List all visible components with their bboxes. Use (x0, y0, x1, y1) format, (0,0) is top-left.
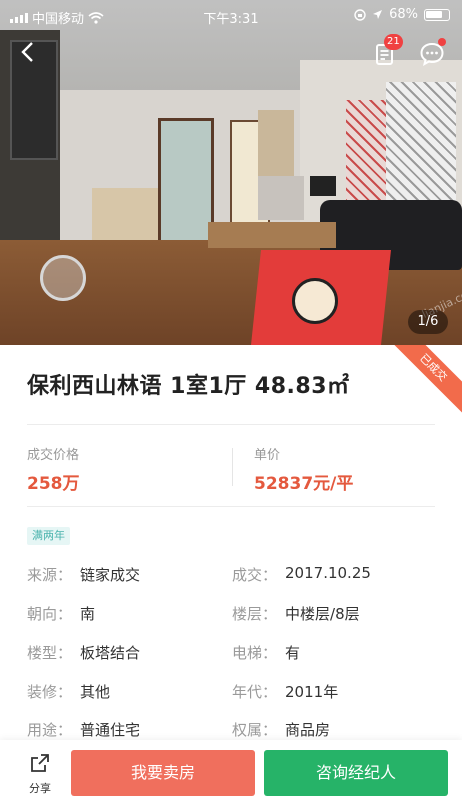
status-bar: 中国移动 下午3:31 68% (0, 0, 462, 30)
location-icon (373, 10, 383, 19)
detail-key: 用途： (27, 721, 73, 739)
battery-percent: 68% (389, 7, 418, 22)
rotation-lock-icon (354, 8, 366, 21)
detail-key: 楼层： (232, 605, 278, 623)
consult-agent-button[interactable]: 咨询经纪人 (264, 750, 448, 796)
detail-floor: 楼层： 中楼层/8层 (232, 603, 360, 624)
detail-elevator: 电梯： 有 (232, 642, 300, 663)
photo-table (208, 222, 336, 248)
detail-key: 楼型： (27, 644, 73, 662)
photo-boxes (92, 188, 158, 240)
tag-two-years: 满两年 (27, 527, 70, 545)
detail-orientation: 朝向： 南 (27, 603, 95, 624)
title-divider (27, 424, 435, 425)
detail-key: 装修： (27, 683, 73, 701)
detail-value: 南 (80, 605, 96, 623)
detail-value: 商品房 (285, 721, 331, 739)
photo-fan (40, 255, 86, 301)
share-icon (31, 754, 49, 772)
notification-badge: 21 (384, 34, 403, 50)
detail-usage: 用途： 普通住宅 (27, 719, 140, 740)
share-button[interactable]: 分享 (18, 752, 62, 796)
detail-key: 来源： (27, 566, 73, 584)
detail-value: 链家成交 (80, 566, 141, 584)
photo-bag-face (292, 278, 338, 324)
detail-key: 电梯： (232, 644, 278, 662)
sold-ribbon: 已成交 (392, 345, 462, 415)
photo-wallpaper-red (346, 100, 386, 210)
detail-key: 权属： (232, 721, 278, 739)
unit-price-label: 单价 (254, 448, 281, 463)
detail-value: 普通住宅 (80, 721, 141, 739)
photo-wallpaper-grey (386, 82, 456, 212)
chevron-left-icon (21, 42, 33, 62)
deal-price-value: 258万 (27, 474, 80, 494)
price-separator (232, 448, 233, 486)
detail-value: 中楼层/8层 (285, 605, 360, 623)
photo-counter: 1/6 (408, 310, 448, 334)
detail-key: 成交： (232, 566, 278, 584)
message-dot (438, 38, 446, 46)
detail-value: 有 (285, 644, 301, 662)
sell-house-button[interactable]: 我要卖房 (71, 750, 255, 796)
price-divider (27, 506, 435, 507)
detail-value: 其他 (80, 683, 111, 701)
battery-icon (424, 8, 450, 21)
sold-ribbon-label: 已成交 (392, 345, 462, 415)
detail-value: 2017.10.25 (285, 564, 371, 582)
deal-price-block: 成交价格 258万 (27, 444, 80, 494)
share-label: 分享 (29, 782, 51, 795)
status-right: 68% (354, 7, 450, 22)
detail-source: 来源： 链家成交 (27, 564, 140, 585)
detail-decoration: 装修： 其他 (27, 681, 110, 702)
detail-value: 板塔结合 (80, 644, 141, 662)
bottom-action-bar: 分享 我要卖房 咨询经纪人 (0, 740, 462, 805)
detail-key: 朝向： (27, 605, 73, 623)
detail-value: 2011年 (285, 683, 339, 701)
detail-key: 年代： (232, 683, 278, 701)
photo-monitor (310, 176, 336, 196)
detail-deal-date: 成交： 2017.10.25 (232, 564, 371, 585)
unit-price-value: 52837元/平 (254, 474, 354, 494)
detail-ownership: 权属： 商品房 (232, 719, 330, 740)
detail-building-type: 楼型： 板塔结合 (27, 642, 140, 663)
unit-price-block: 单价 52837元/平 (254, 444, 353, 494)
detail-year: 年代： 2011年 (232, 681, 338, 702)
back-button[interactable] (16, 38, 42, 66)
listing-title: 保利西山林语 1室1厅 48.83㎡ (27, 374, 350, 399)
deal-price-label: 成交价格 (27, 448, 80, 463)
photo-door (158, 118, 214, 248)
photo-chair (258, 176, 304, 220)
